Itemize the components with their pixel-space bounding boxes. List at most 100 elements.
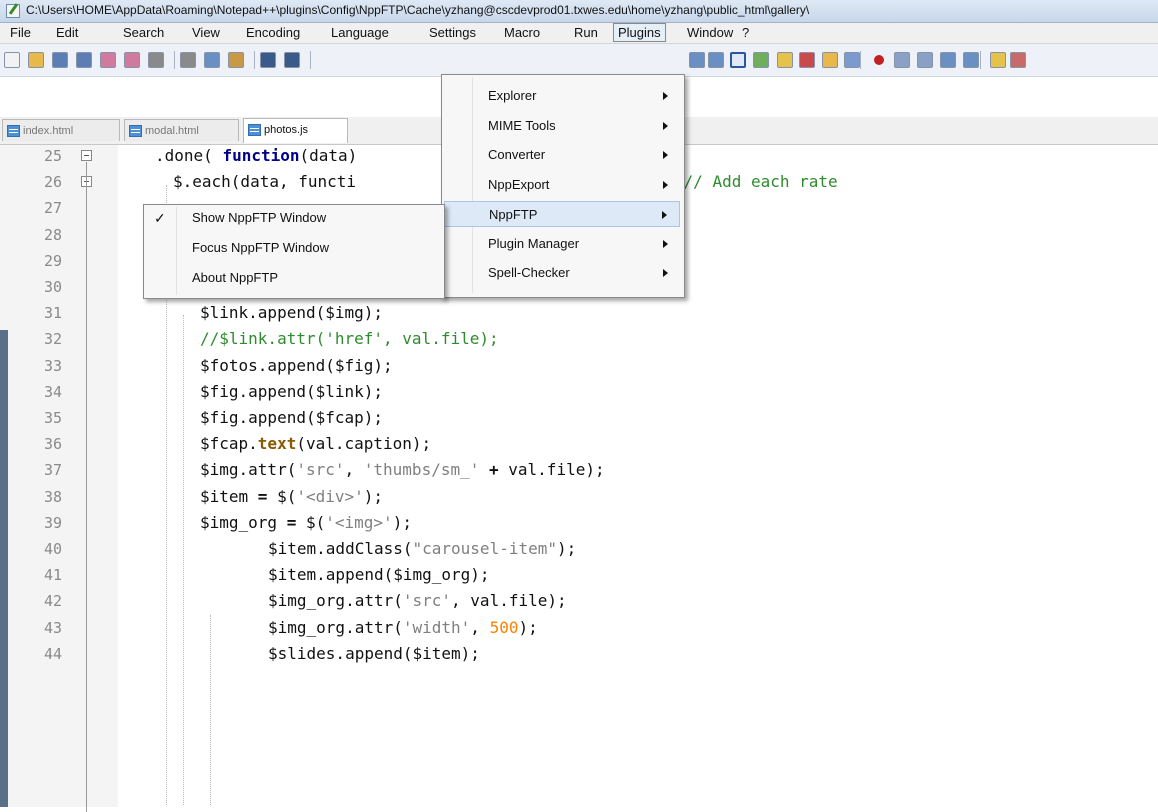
plugins-dropdown-menu: Explorer MIME Tools Converter NppExport NppF… (441, 74, 685, 298)
toolbar-separator (310, 51, 311, 69)
line-number: 41 (44, 566, 63, 585)
save-macro-icon[interactable] (963, 52, 979, 68)
menu-item-label: Focus NppFTP Window (192, 240, 330, 255)
menu-encoding[interactable]: Encoding (242, 24, 304, 41)
code-token: , (470, 617, 490, 637)
window-title: C:\Users\HOME\AppData\Roaming\Notepad++\… (26, 3, 810, 17)
code-token: function (222, 146, 300, 165)
line-number: 26 (44, 173, 63, 192)
tab-photos-js[interactable]: photos.js (243, 118, 348, 143)
indent-guide (183, 315, 185, 805)
notepad-plus-plus-icon[interactable] (6, 4, 20, 18)
cut-icon[interactable] (180, 52, 196, 68)
toolbar-separator (254, 51, 255, 69)
submenu-arrow-icon (663, 239, 668, 248)
toolbar-separator (980, 51, 981, 69)
menu-file[interactable]: File (6, 24, 35, 41)
code-token: $slides.append($item); (268, 643, 480, 663)
record-macro-icon[interactable] (874, 55, 884, 65)
folder-icon[interactable] (822, 52, 838, 68)
spellcheck-icon[interactable] (990, 52, 1006, 68)
nppftp-menu-item-focus-nppftp-window[interactable]: Focus NppFTP Window (146, 235, 440, 261)
run-multiple-icon[interactable] (940, 52, 956, 68)
code-line: $item.append($img_org); (268, 562, 490, 588)
document-map-icon[interactable] (799, 52, 815, 68)
print-icon[interactable] (148, 52, 164, 68)
stop-record-icon[interactable] (894, 52, 910, 68)
plugins-menu-item-mime-tools[interactable]: MIME Tools (444, 113, 680, 139)
wrap-icon[interactable] (753, 52, 769, 68)
code-line: $img_org = $('<img>'); (200, 510, 412, 536)
fold-marker-icon[interactable] (81, 150, 92, 161)
line-number: 34 (44, 382, 63, 401)
plugins-menu-item-converter[interactable]: Converter (444, 142, 680, 168)
tab-label: index.html (23, 125, 74, 137)
code-token: $img_org.attr( (268, 617, 403, 637)
code-line: $img_org.attr('width', 500); (268, 615, 538, 641)
menu-plugins[interactable]: Plugins (613, 23, 666, 42)
menu-item-label: Converter (488, 147, 546, 162)
code-token: '<div>' (296, 486, 364, 506)
tab-modal-html[interactable]: modal.html (124, 119, 239, 141)
open-file-icon[interactable] (28, 52, 44, 68)
indent-guide-icon[interactable] (730, 52, 746, 68)
nppftp-icon[interactable] (1010, 52, 1026, 68)
code-token: $.each(data, functi (173, 172, 357, 192)
eye-icon[interactable] (844, 52, 860, 68)
code-line: $img.attr('src', 'thumbs/sm_' + val.file… (200, 457, 605, 483)
undo-icon[interactable] (260, 52, 276, 68)
menu-edit[interactable]: Edit (52, 24, 82, 41)
code-token: + (489, 460, 499, 480)
menu-run[interactable]: Run (570, 24, 602, 41)
line-number: 35 (44, 409, 63, 427)
line-number: 29 (44, 251, 63, 270)
code-token: $img_org (200, 512, 287, 532)
code-token: , (344, 460, 364, 480)
plugins-menu-item-spell-checker[interactable]: Spell-Checker (444, 260, 680, 286)
plugins-menu-item-explorer[interactable]: Explorer (444, 83, 680, 109)
paste-icon[interactable] (228, 52, 244, 68)
nppftp-menu-item-about-nppftp[interactable]: About NppFTP (146, 265, 440, 291)
line-number: 39 (44, 513, 63, 532)
save-all-icon[interactable] (76, 52, 92, 68)
tab-index-html[interactable]: index.html (2, 119, 120, 141)
menu-window[interactable]: Window (683, 24, 737, 41)
code-token: ); (557, 539, 577, 558)
code-token: 500 (489, 617, 519, 637)
paragraph-icon[interactable] (708, 52, 724, 68)
nppftp-menu-item-show-nppftp-window[interactable]: ✓ Show NppFTP Window (146, 205, 440, 231)
code-token: $item.append($img_org); (268, 565, 490, 585)
close-all-icon[interactable] (124, 52, 140, 68)
new-file-icon[interactable] (4, 52, 20, 68)
menu-macro[interactable]: Macro (500, 24, 544, 41)
line-number: 38 (44, 487, 63, 506)
plugins-menu-item-nppftp[interactable]: NppFTP (444, 201, 680, 227)
submenu-arrow-icon (663, 151, 668, 159)
redo-icon[interactable] (284, 52, 300, 68)
menu-view[interactable]: View (188, 24, 224, 41)
menu-settings[interactable]: Settings (425, 24, 480, 41)
function-list-icon[interactable] (777, 52, 793, 68)
line-number: 37 (44, 461, 63, 480)
menu-item-label: Explorer (488, 88, 537, 103)
menu-language[interactable]: Language (327, 24, 393, 41)
fold-line (86, 162, 87, 812)
code-token: $item (200, 486, 258, 506)
show-symbol-icon[interactable] (689, 52, 705, 68)
plugins-menu-item-plugin-manager[interactable]: Plugin Manager (444, 231, 680, 257)
menu-help[interactable]: ? (738, 24, 753, 41)
nppftp-submenu: ✓ Show NppFTP Window Focus NppFTP Window Ab… (143, 204, 445, 299)
copy-icon[interactable] (204, 52, 220, 68)
close-icon[interactable] (100, 52, 116, 68)
plugins-menu-item-nppexport[interactable]: NppExport (444, 172, 680, 198)
file-icon (248, 124, 261, 136)
code-line: $item = $('<div>'); (200, 484, 383, 510)
submenu-arrow-icon (663, 180, 668, 189)
playback-icon[interactable] (917, 52, 933, 68)
line-number: 43 (44, 618, 63, 637)
code-token: "carousel-item" (412, 539, 558, 558)
menu-search[interactable]: Search (119, 24, 168, 41)
code-token: $( (267, 486, 297, 506)
line-number: 25 (44, 147, 63, 165)
save-icon[interactable] (52, 52, 68, 68)
